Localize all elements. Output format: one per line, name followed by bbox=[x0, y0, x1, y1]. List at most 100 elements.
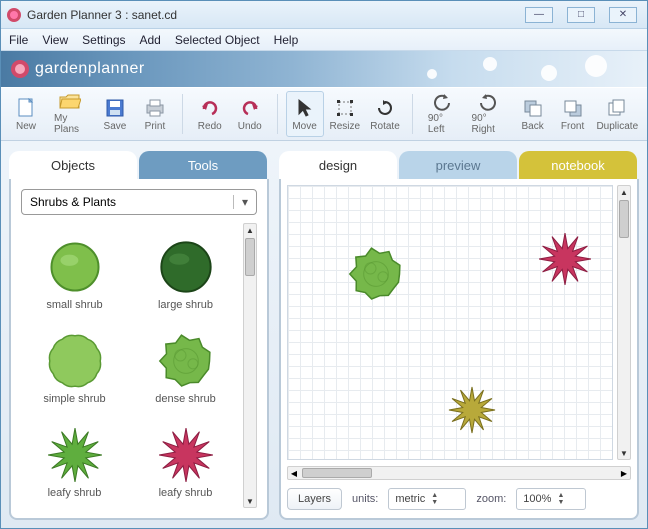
stepper-icon: ▲▼ bbox=[557, 492, 569, 506]
minimize-button[interactable]: — bbox=[525, 7, 553, 23]
palette-item[interactable]: large shrub bbox=[132, 223, 239, 311]
app-icon bbox=[7, 8, 21, 22]
design-canvas[interactable] bbox=[287, 185, 613, 460]
print-button[interactable]: Print bbox=[136, 91, 174, 137]
palette-item[interactable]: dense shrub bbox=[132, 317, 239, 405]
new-label: New bbox=[16, 121, 36, 132]
print-icon bbox=[145, 97, 165, 119]
units-value: metric bbox=[395, 493, 425, 505]
scroll-right-icon[interactable]: ▶ bbox=[618, 467, 630, 479]
rotate-button[interactable]: Rotate bbox=[366, 91, 404, 137]
scroll-up-icon[interactable]: ▲ bbox=[618, 186, 630, 198]
tab-objects-label: Objects bbox=[51, 158, 95, 173]
plant-icon bbox=[156, 333, 216, 389]
scroll-down-icon[interactable]: ▼ bbox=[244, 495, 256, 507]
rotate-right-icon bbox=[478, 93, 498, 111]
app-window: Garden Planner 3 : sanet.cd — □ ✕ File V… bbox=[0, 0, 648, 529]
tab-preview[interactable]: preview bbox=[399, 151, 517, 179]
maximize-button[interactable]: □ bbox=[567, 7, 595, 23]
undo-icon bbox=[240, 97, 260, 119]
undo-button[interactable]: Undo bbox=[231, 91, 269, 137]
palette-scrollbar[interactable]: ▲ ▼ bbox=[243, 223, 257, 508]
print-label: Print bbox=[145, 121, 166, 132]
scroll-left-icon[interactable]: ◀ bbox=[288, 467, 300, 479]
tab-objects[interactable]: Objects bbox=[9, 151, 137, 179]
resize-button[interactable]: Resize bbox=[326, 91, 365, 137]
brand-bar: gardenplanner bbox=[1, 51, 647, 87]
my-plans-button[interactable]: My Plans bbox=[47, 91, 94, 137]
scroll-thumb[interactable] bbox=[302, 468, 372, 478]
units-select[interactable]: metric ▲▼ bbox=[388, 488, 466, 510]
plant-icon bbox=[45, 427, 105, 483]
rotate-left-label: 90° Left bbox=[428, 113, 456, 135]
chevron-down-icon: ▾ bbox=[233, 195, 248, 209]
canvas-panel: ▲ ▼ ◀ ▶ Layers units: metric ▲▼ bbox=[279, 179, 639, 520]
new-file-icon bbox=[17, 97, 35, 119]
menu-add[interactable]: Add bbox=[140, 33, 161, 47]
my-plans-label: My Plans bbox=[54, 113, 87, 135]
save-button[interactable]: Save bbox=[96, 91, 134, 137]
scroll-up-icon[interactable]: ▲ bbox=[244, 224, 256, 236]
save-label: Save bbox=[104, 121, 127, 132]
canvas-object[interactable] bbox=[538, 232, 592, 289]
palette-item-label: large shrub bbox=[158, 299, 213, 311]
bring-front-label: Front bbox=[561, 121, 584, 132]
duplicate-label: Duplicate bbox=[596, 121, 638, 132]
palette-item[interactable]: simple shrub bbox=[21, 317, 128, 405]
move-button[interactable]: Move bbox=[286, 91, 324, 137]
bring-front-button[interactable]: Front bbox=[554, 91, 592, 137]
canvas-object[interactable] bbox=[448, 386, 496, 437]
rotate-left-button[interactable]: 90° Left bbox=[421, 91, 463, 137]
plant-icon bbox=[45, 239, 105, 295]
scroll-down-icon[interactable]: ▼ bbox=[618, 447, 630, 459]
layers-button[interactable]: Layers bbox=[287, 488, 342, 510]
tab-notebook-label: notebook bbox=[551, 158, 605, 173]
palette-item[interactable]: leafy shrub bbox=[132, 411, 239, 499]
menubar: File View Settings Add Selected Object H… bbox=[1, 29, 647, 51]
menu-view[interactable]: View bbox=[42, 33, 68, 47]
menu-settings[interactable]: Settings bbox=[82, 33, 125, 47]
scroll-thumb[interactable] bbox=[619, 200, 629, 238]
new-button[interactable]: New bbox=[7, 91, 45, 137]
send-back-label: Back bbox=[521, 121, 543, 132]
left-column: Objects Tools Shrubs & Plants ▾ small sh… bbox=[9, 151, 269, 520]
tab-design[interactable]: design bbox=[279, 151, 397, 179]
bring-front-icon bbox=[563, 97, 583, 119]
workspace: Objects Tools Shrubs & Plants ▾ small sh… bbox=[1, 141, 647, 528]
canvas-v-scrollbar[interactable]: ▲ ▼ bbox=[617, 185, 631, 460]
palette-item-label: leafy shrub bbox=[159, 487, 213, 499]
zoom-select[interactable]: 100% ▲▼ bbox=[516, 488, 586, 510]
tab-notebook[interactable]: notebook bbox=[519, 151, 637, 179]
redo-button[interactable]: Redo bbox=[191, 91, 229, 137]
right-column: design preview notebook ▲ ▼ ◀ bbox=[279, 151, 639, 520]
canvas-h-scrollbar[interactable]: ◀ ▶ bbox=[287, 466, 631, 480]
brand-logo-icon bbox=[11, 60, 29, 78]
close-button[interactable]: ✕ bbox=[609, 7, 637, 23]
category-select[interactable]: Shrubs & Plants ▾ bbox=[21, 189, 257, 215]
redo-label: Redo bbox=[198, 121, 222, 132]
duplicate-button[interactable]: Duplicate bbox=[594, 91, 641, 137]
palette-item[interactable]: leafy shrub bbox=[21, 411, 128, 499]
brand-text: gardenplanner bbox=[35, 60, 145, 78]
canvas-object[interactable] bbox=[348, 246, 404, 305]
toolbar-separator bbox=[412, 94, 413, 134]
menu-selected-object[interactable]: Selected Object bbox=[175, 33, 260, 47]
rotate-icon bbox=[375, 97, 395, 119]
resize-icon bbox=[336, 97, 354, 119]
toolbar-separator bbox=[182, 94, 183, 134]
menu-help[interactable]: Help bbox=[274, 33, 299, 47]
status-bar: Layers units: metric ▲▼ zoom: 100% ▲▼ bbox=[287, 486, 631, 512]
rotate-left-icon bbox=[432, 93, 452, 111]
objects-panel: Shrubs & Plants ▾ small shrub large shrub… bbox=[9, 179, 269, 520]
send-back-button[interactable]: Back bbox=[514, 91, 552, 137]
rotate-right-button[interactable]: 90° Right bbox=[465, 91, 512, 137]
menu-file[interactable]: File bbox=[9, 33, 28, 47]
palette-item-label: dense shrub bbox=[155, 393, 216, 405]
scroll-thumb[interactable] bbox=[245, 238, 255, 276]
duplicate-icon bbox=[607, 97, 627, 119]
plant-icon bbox=[45, 333, 105, 389]
resize-label: Resize bbox=[330, 121, 361, 132]
layers-label: Layers bbox=[298, 493, 331, 505]
tab-tools[interactable]: Tools bbox=[139, 151, 267, 179]
palette-item[interactable]: small shrub bbox=[21, 223, 128, 311]
